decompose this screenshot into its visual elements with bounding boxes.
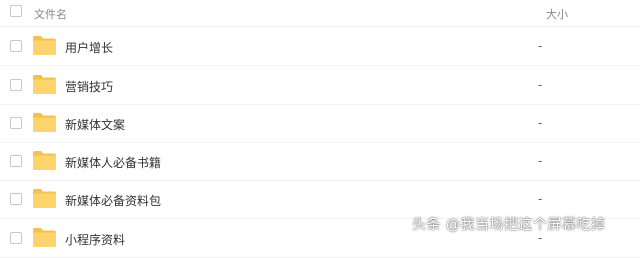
file-size: - xyxy=(538,39,543,53)
row-checkbox[interactable] xyxy=(10,155,22,167)
file-size: - xyxy=(538,116,543,130)
folder-icon xyxy=(33,151,56,170)
row-checkbox[interactable] xyxy=(10,232,22,244)
row-checkbox[interactable] xyxy=(10,79,22,91)
file-row[interactable]: 营销技巧 - xyxy=(0,66,640,105)
file-size: - xyxy=(538,192,543,206)
file-size: - xyxy=(538,154,543,168)
file-name[interactable]: 新媒体必备资料包 xyxy=(65,192,161,209)
row-checkbox[interactable] xyxy=(10,40,22,52)
file-name[interactable]: 用户增长 xyxy=(65,39,113,56)
column-header-name[interactable]: 文件名 xyxy=(34,6,67,22)
folder-icon xyxy=(33,189,56,208)
row-checkbox[interactable] xyxy=(10,117,22,129)
folder-icon xyxy=(33,36,56,55)
row-checkbox[interactable] xyxy=(10,193,22,205)
file-row[interactable]: 新媒体人必备书籍 - xyxy=(0,142,640,181)
column-header-size[interactable]: 大小 xyxy=(546,6,568,22)
file-name[interactable]: 营销技巧 xyxy=(65,78,113,95)
file-name[interactable]: 新媒体人必备书籍 xyxy=(65,154,161,171)
file-name[interactable]: 新媒体文案 xyxy=(65,116,125,133)
folder-icon xyxy=(33,228,56,247)
file-row[interactable]: 新媒体文案 - xyxy=(0,104,640,143)
file-list-header: 文件名 大小 xyxy=(0,0,640,27)
folder-icon xyxy=(33,75,56,94)
folder-icon xyxy=(33,113,56,132)
file-name[interactable]: 小程序资料 xyxy=(65,231,125,248)
select-all-checkbox[interactable] xyxy=(10,5,22,17)
watermark-text: 头条 @我当场把这个屏幕吃掉 xyxy=(412,217,606,233)
file-size: - xyxy=(538,78,543,92)
file-row[interactable]: 用户增长 - xyxy=(0,27,640,66)
